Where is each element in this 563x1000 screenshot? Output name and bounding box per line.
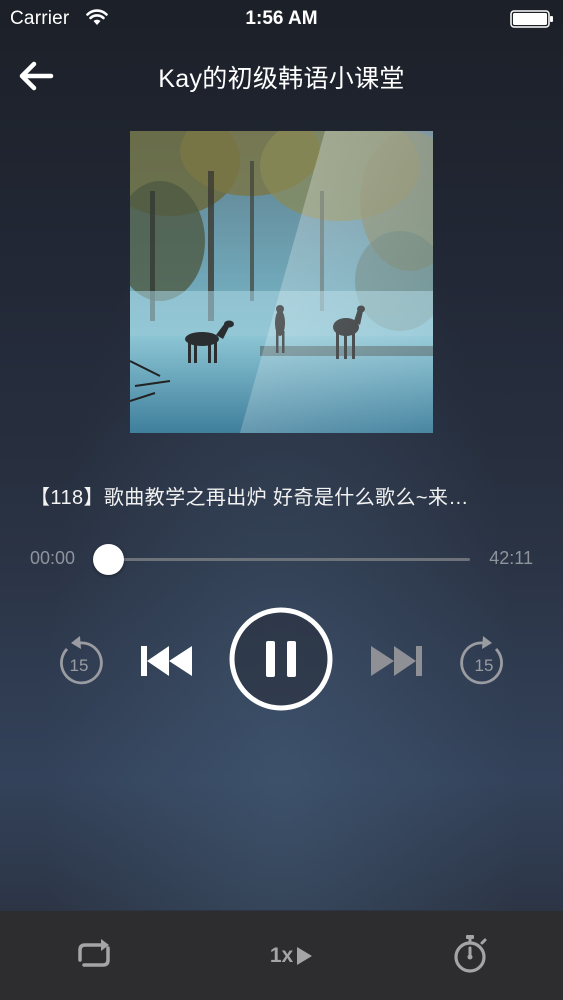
forward-seconds-label: 15 [475,656,494,675]
battery-icon [510,10,554,28]
album-cover-image [130,131,433,433]
page-title: Kay的初级韩语小课堂 [158,65,405,93]
elapsed-time: 00:00 [30,548,76,568]
status-bar: Carrier 1:56 AM [0,0,563,38]
sleep-timer-button[interactable] [450,933,490,975]
speed-label: 1x [269,944,294,967]
forward-15-button[interactable]: 15 [459,635,509,687]
rewind-15-icon: 15 [54,635,104,687]
progress-bar[interactable] [98,558,470,561]
repeat-icon [72,939,116,976]
pause-button[interactable] [229,607,333,711]
stopwatch-icon [450,935,490,979]
arrow-left-icon [18,61,54,96]
skip-next-icon [369,644,423,678]
back-button[interactable] [14,58,58,98]
rewind-seconds-label: 15 [70,656,89,675]
episode-title: 【118】歌曲教学之再出炉 好奇是什么歌么~来… [30,487,469,509]
play-triangle-icon [297,947,313,965]
previous-track-button[interactable] [140,644,194,678]
skip-previous-icon [140,644,194,678]
playback-speed-button[interactable]: 1x [256,938,326,974]
total-duration: 42:11 [489,548,533,568]
bottom-toolbar: 1x [0,911,563,1000]
forward-15-icon: 15 [459,635,509,687]
progress-thumb[interactable] [93,544,124,575]
status-time: 1:56 AM [245,8,318,29]
pause-icon [229,607,333,711]
next-track-button[interactable] [369,644,423,678]
repeat-button[interactable] [72,936,116,972]
rewind-15-button[interactable]: 15 [54,635,104,687]
